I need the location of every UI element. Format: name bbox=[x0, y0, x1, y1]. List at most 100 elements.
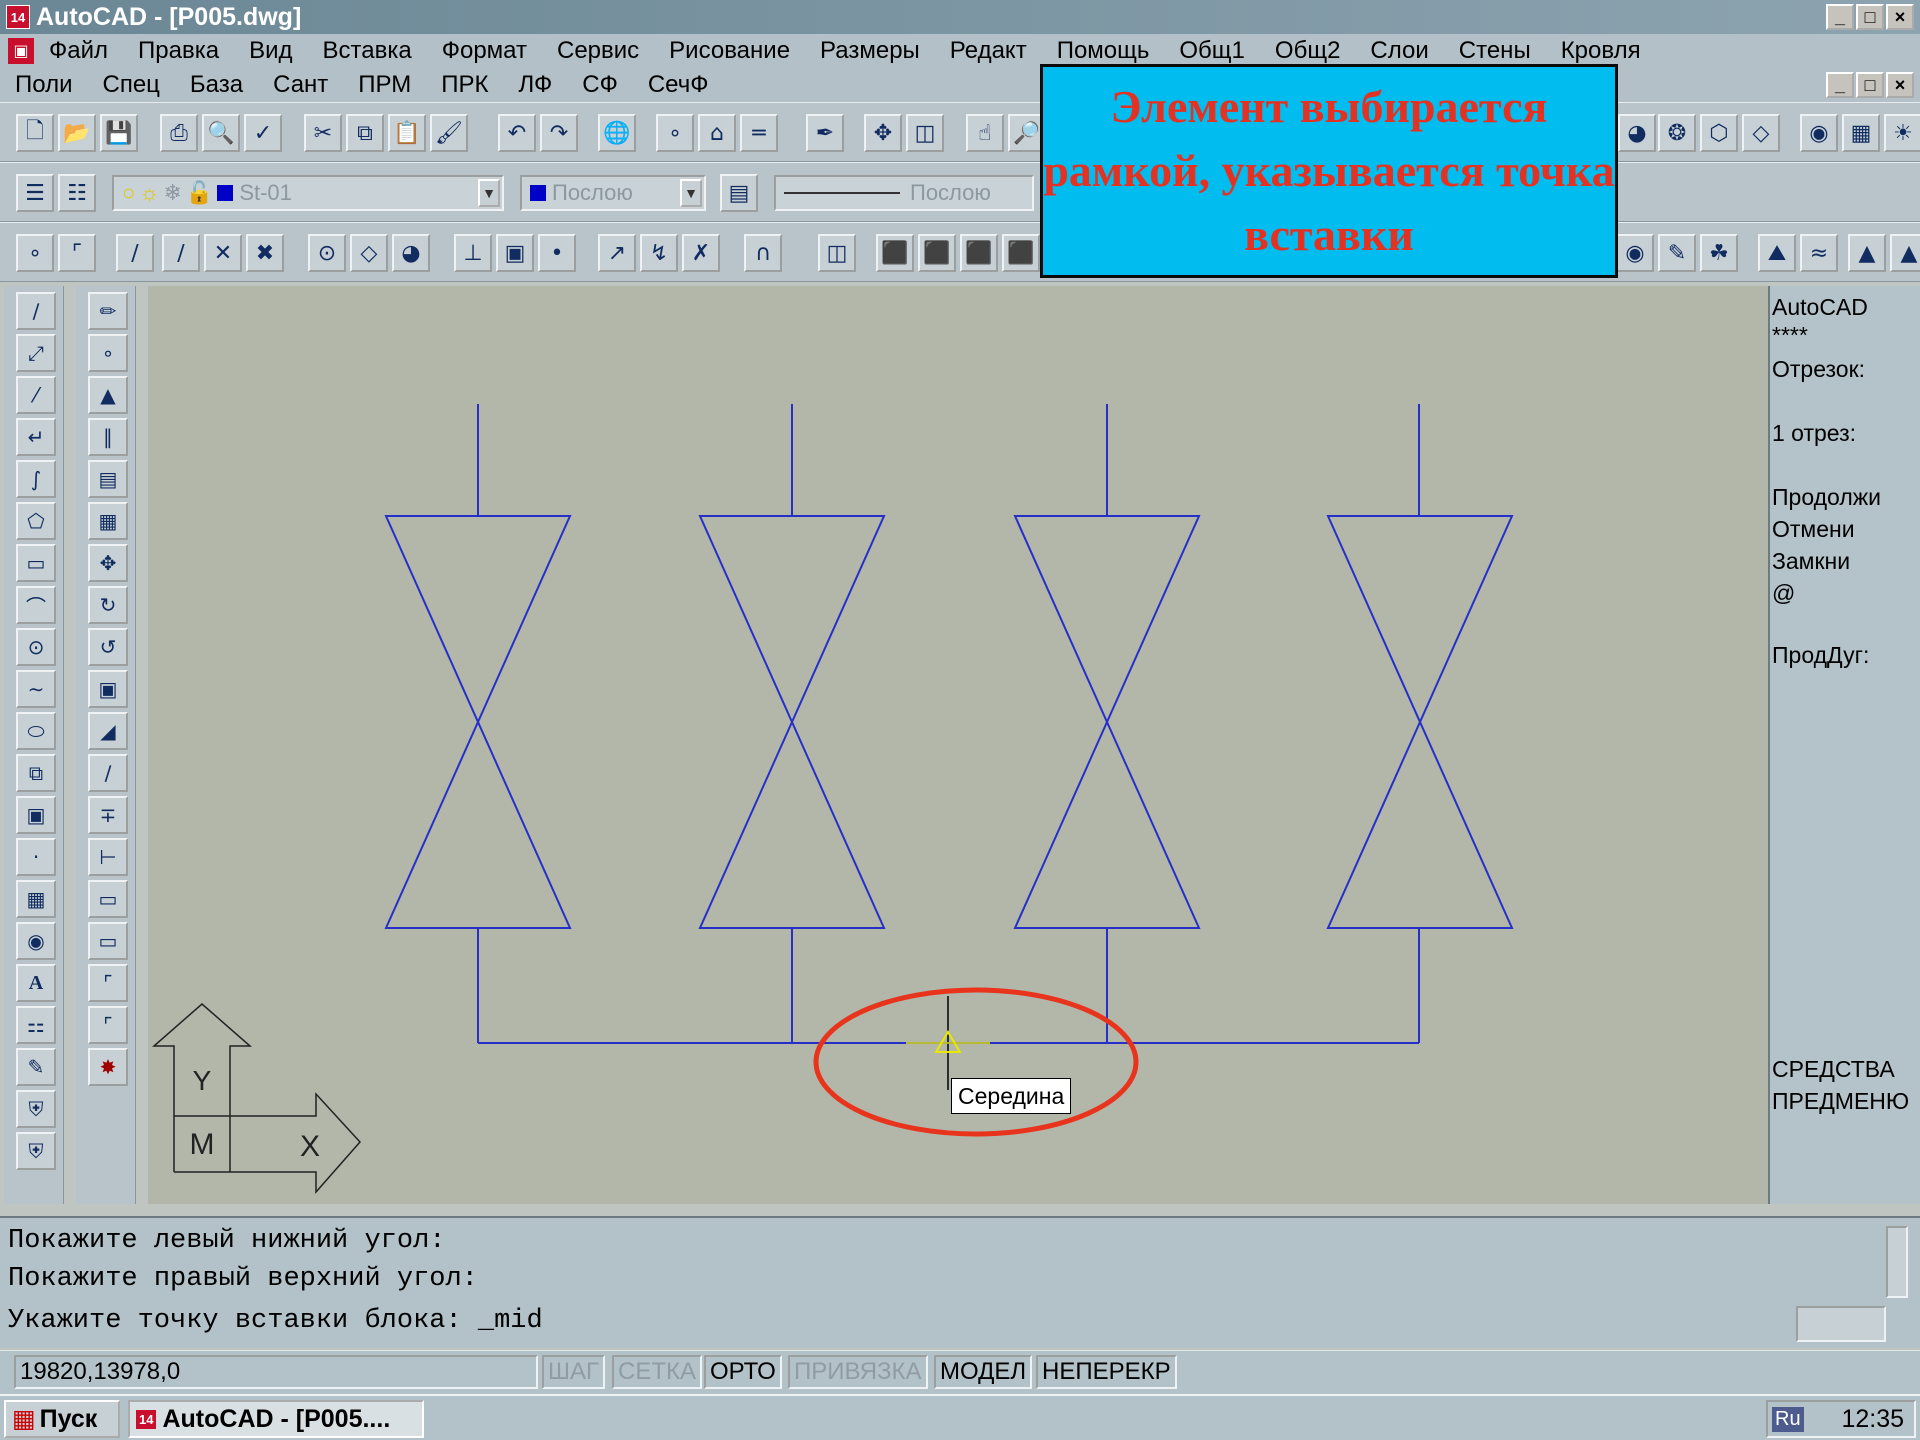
tree-icon[interactable]: ▲ bbox=[1848, 234, 1886, 272]
menu-modify[interactable]: Редакт bbox=[935, 37, 1042, 65]
snap-toggle[interactable]: ШАГ bbox=[542, 1355, 605, 1389]
menu-sechf[interactable]: СечФ bbox=[633, 71, 724, 99]
chevron-down-icon[interactable]: ▼ bbox=[680, 179, 702, 207]
view-top-icon[interactable]: ⬛ bbox=[876, 234, 914, 272]
menu-draw[interactable]: Рисование bbox=[654, 37, 805, 65]
spline-icon[interactable]: ∼ bbox=[16, 670, 56, 708]
circle-icon[interactable]: ⊙ bbox=[16, 628, 56, 666]
screen-menu-item[interactable]: СРЕДСТВА bbox=[1772, 1056, 1895, 1083]
layer-properties-icon[interactable]: ☰ bbox=[16, 174, 54, 212]
start-button[interactable]: ▦ Пуск bbox=[4, 1400, 120, 1438]
layer-dropdown[interactable]: ○ ☼ ❄ 🔓 St-01 ▼ bbox=[112, 175, 504, 211]
line-icon[interactable]: ∕ bbox=[16, 292, 56, 330]
erase-icon[interactable]: ✏ bbox=[88, 292, 128, 330]
fog-icon[interactable]: ≈ bbox=[1800, 234, 1838, 272]
chevron-down-icon[interactable]: ▼ bbox=[478, 179, 500, 207]
lengthen-icon[interactable]: ∕ bbox=[88, 754, 128, 792]
model-toggle[interactable]: МОДЕЛ bbox=[934, 1355, 1033, 1389]
rotate-icon[interactable]: ↻ bbox=[88, 586, 128, 624]
menu-roof[interactable]: Кровля bbox=[1546, 37, 1656, 65]
explode-icon[interactable]: ✸ bbox=[88, 1048, 128, 1086]
named-views-icon[interactable]: ◫ bbox=[906, 114, 944, 152]
redraw-icon[interactable]: ✒ bbox=[806, 114, 844, 152]
linetype-dropdown[interactable]: Послою bbox=[774, 175, 1034, 211]
object-snap-icon[interactable]: ∘ bbox=[656, 114, 694, 152]
snap-center-icon[interactable]: ⊙ bbox=[308, 234, 346, 272]
snap-nearest-icon[interactable]: ↗ bbox=[598, 234, 636, 272]
drawing-canvas[interactable]: Y M X bbox=[148, 286, 1768, 1204]
menu-sf[interactable]: СФ bbox=[567, 71, 633, 99]
shade-icon[interactable]: ❂ bbox=[1658, 114, 1696, 152]
web-browser-icon[interactable]: 🌐 bbox=[598, 114, 636, 152]
screen-menu-item[interactable]: ПРЕДМЕНЮ bbox=[1772, 1088, 1909, 1115]
break-icon[interactable]: ▭ bbox=[88, 880, 128, 918]
snap-tangent-icon[interactable]: ◕ bbox=[392, 234, 430, 272]
screen-menu-item[interactable]: Отрезок: bbox=[1772, 356, 1865, 383]
undo-icon[interactable]: ↶ bbox=[498, 114, 536, 152]
lights-icon[interactable]: ☀ bbox=[1884, 114, 1920, 152]
snap-intersection-icon[interactable]: ✕ bbox=[204, 234, 242, 272]
scale-icon[interactable]: ▣ bbox=[88, 670, 128, 708]
valve-symbol[interactable] bbox=[698, 404, 886, 1043]
command-prompt[interactable]: Укажите точку вставки блока: _mid bbox=[8, 1306, 543, 1336]
menu-sant[interactable]: Сант bbox=[258, 71, 343, 99]
osnap-toggle[interactable]: ПРИВЯЗКА bbox=[788, 1355, 928, 1389]
rotate-3d-icon[interactable]: ↺ bbox=[88, 628, 128, 666]
menu-walls[interactable]: Стены bbox=[1444, 37, 1546, 65]
screen-menu-item[interactable]: ПродДуг: bbox=[1772, 642, 1869, 669]
region-icon[interactable]: ◉ bbox=[16, 922, 56, 960]
valve-symbol[interactable] bbox=[1326, 404, 1514, 1043]
surface-rev-icon[interactable]: ⛨ bbox=[16, 1090, 56, 1128]
snap-node-icon[interactable]: • bbox=[538, 234, 576, 272]
maximize-button[interactable]: □ bbox=[1856, 4, 1884, 30]
screen-menu-item[interactable]: **** bbox=[1772, 322, 1808, 349]
screen-menu-item[interactable]: AutoCAD bbox=[1772, 294, 1868, 321]
valve-symbol[interactable] bbox=[1013, 404, 1201, 1043]
screen-menu-item[interactable]: 1 отрез: bbox=[1772, 420, 1856, 447]
taskbar-autocad-button[interactable]: 14 AutoCAD - [P005.... bbox=[128, 1400, 424, 1438]
construction-line-icon[interactable]: ⤢ bbox=[16, 334, 56, 372]
frog-icon[interactable]: ☘ bbox=[1700, 234, 1738, 272]
new-file-icon[interactable]: 🗋 bbox=[16, 114, 54, 152]
solid-icon[interactable]: ⬡ bbox=[1700, 114, 1738, 152]
spellcheck-icon[interactable]: ✓ bbox=[244, 114, 282, 152]
snap-insert-icon[interactable]: ▣ bbox=[496, 234, 534, 272]
overlap-toggle[interactable]: НЕПЕРЕКР bbox=[1036, 1355, 1177, 1389]
menu-view[interactable]: Вид bbox=[234, 37, 307, 65]
screen-menu-item[interactable]: Отмени bbox=[1772, 516, 1855, 543]
menu-help[interactable]: Помощь bbox=[1042, 37, 1165, 65]
coordinates-readout[interactable]: 19820,13978,0 bbox=[14, 1355, 538, 1389]
print-preview-icon[interactable]: 🔍 bbox=[202, 114, 240, 152]
render-icon[interactable]: ◕ bbox=[1618, 114, 1656, 152]
ortho-toggle[interactable]: ОРТО bbox=[704, 1355, 782, 1389]
valve-symbol[interactable] bbox=[384, 404, 572, 1043]
menu-tools[interactable]: Сервис bbox=[542, 37, 654, 65]
hatch-icon[interactable]: ▦ bbox=[16, 880, 56, 918]
view-right-icon[interactable]: ⬛ bbox=[1002, 234, 1040, 272]
move-icon[interactable]: ✥ bbox=[88, 544, 128, 582]
snap-endpoint-icon[interactable]: ∕ bbox=[116, 234, 154, 272]
array-icon[interactable]: ▤ bbox=[88, 460, 128, 498]
snap-settings-icon[interactable]: ∩ bbox=[744, 234, 782, 272]
snap-none-icon[interactable]: ✗ bbox=[682, 234, 720, 272]
menu-layers[interactable]: Слои bbox=[1355, 37, 1443, 65]
offset-icon[interactable]: ∥ bbox=[88, 418, 128, 456]
hide-icon[interactable]: ◉ bbox=[1616, 234, 1654, 272]
menu-format[interactable]: Формат bbox=[427, 37, 542, 65]
menu-lf[interactable]: ЛФ bbox=[504, 71, 568, 99]
arc-icon[interactable]: ⌒ bbox=[16, 586, 56, 624]
break-at-point-icon[interactable]: ▭ bbox=[88, 922, 128, 960]
snap-apparent-intersection-icon[interactable]: ✖ bbox=[246, 234, 284, 272]
close-button[interactable]: × bbox=[1886, 4, 1914, 30]
document-icon[interactable]: ▣ bbox=[8, 38, 34, 64]
attribute-icon[interactable]: ⚏ bbox=[16, 1006, 56, 1044]
multiline-icon[interactable]: ⁄ bbox=[16, 376, 56, 414]
cut-icon[interactable]: ✂ bbox=[304, 114, 342, 152]
snap-perpendicular-icon[interactable]: ⊥ bbox=[454, 234, 492, 272]
doc-maximize-button[interactable]: □ bbox=[1856, 72, 1884, 98]
surface-edge-icon[interactable]: ⛨ bbox=[16, 1132, 56, 1170]
horizontal-scrollbar[interactable] bbox=[1796, 1306, 1886, 1342]
menu-edit[interactable]: Правка bbox=[123, 37, 234, 65]
redo-icon[interactable]: ↷ bbox=[540, 114, 578, 152]
snap-quadrant-icon[interactable]: ◇ bbox=[350, 234, 388, 272]
